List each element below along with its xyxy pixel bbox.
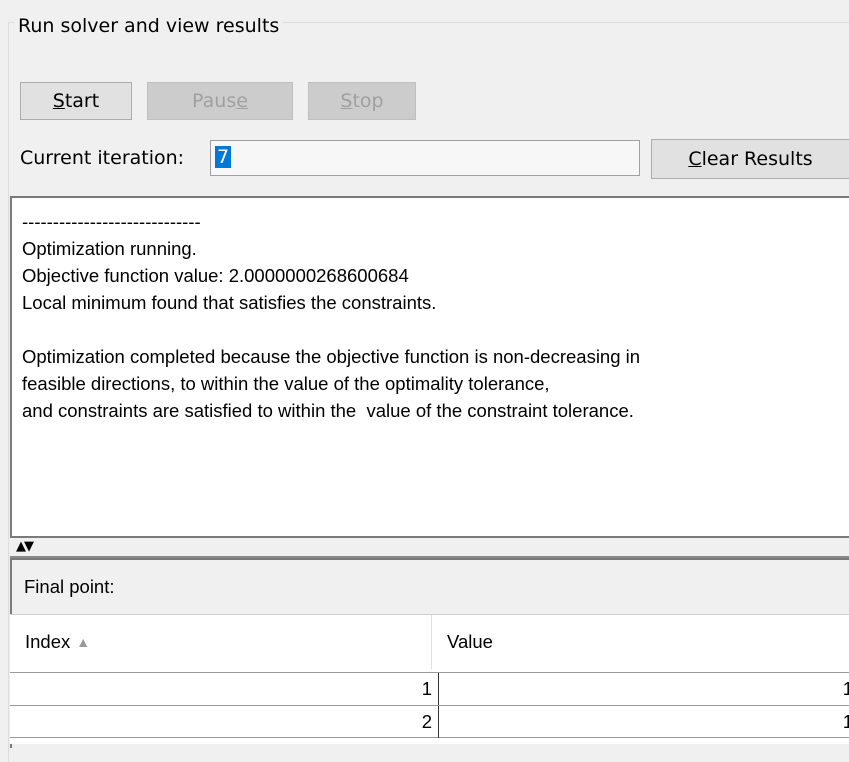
final-point-label: Final point: — [24, 576, 115, 597]
current-iteration-value: 7 — [215, 146, 232, 168]
table-row[interactable]: 1 1 — [10, 672, 849, 705]
start-label-mnemonic: S — [52, 90, 65, 112]
start-label-post: tart — [64, 90, 100, 112]
column-header-value[interactable]: Value — [433, 615, 849, 669]
stop-label-post: top — [352, 90, 384, 112]
column-header-index[interactable]: Index ▲ — [11, 615, 432, 669]
clear-results-button[interactable]: Clear Results — [651, 139, 849, 179]
solver-output-log[interactable]: ----------------------------- Optimizati… — [10, 196, 849, 538]
stop-label-mnemonic: S — [340, 90, 353, 112]
clear-label-mnemonic: C — [688, 148, 702, 170]
splitter-arrows-icon[interactable]: ▲▼ — [16, 540, 34, 554]
index-cell: 1 — [10, 673, 439, 705]
value-cell: 1 — [842, 678, 849, 699]
column-header-index-label: Index — [25, 631, 71, 652]
start-button[interactable]: Start — [20, 82, 132, 120]
column-header-value-label: Value — [447, 631, 493, 652]
index-cell: 2 — [10, 706, 439, 738]
clear-label-post: lear Results — [701, 148, 813, 170]
group-title: Run solver and view results — [14, 14, 284, 38]
pause-label-pre: Paus — [192, 90, 237, 112]
pause-label-mnemonic: e — [236, 90, 248, 112]
current-iteration-field[interactable]: 7 — [210, 140, 640, 176]
stop-button[interactable]: Stop — [308, 82, 416, 120]
table-row[interactable]: 2 1 — [10, 705, 849, 738]
pause-button[interactable]: Paus e — [147, 82, 293, 120]
current-iteration-label: Current iteration: — [20, 147, 185, 169]
value-cell: 1 — [842, 711, 849, 732]
sort-ascending-icon: ▲ — [76, 634, 91, 650]
